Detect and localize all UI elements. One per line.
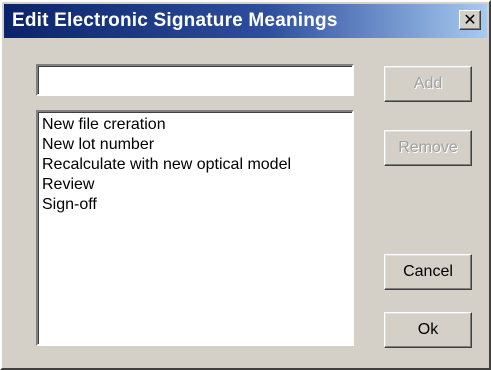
- list-item[interactable]: New lot number: [42, 135, 348, 155]
- ok-button[interactable]: Ok: [384, 312, 472, 348]
- cancel-button[interactable]: Cancel: [384, 254, 472, 290]
- remove-button[interactable]: Remove: [384, 130, 472, 166]
- list-item[interactable]: New file creration: [42, 115, 348, 135]
- list-item[interactable]: Review: [42, 175, 348, 195]
- window-title: Edit Electronic Signature Meanings: [12, 10, 338, 31]
- meaning-input[interactable]: [36, 64, 354, 96]
- list-item[interactable]: Sign-off: [42, 195, 348, 215]
- edit-signature-meanings-dialog: Edit Electronic Signature Meanings ✕ New…: [0, 0, 491, 370]
- close-icon[interactable]: ✕: [459, 10, 481, 30]
- list-item[interactable]: Recalculate with new optical model: [42, 155, 348, 175]
- title-bar[interactable]: Edit Electronic Signature Meanings ✕: [4, 4, 487, 38]
- meanings-list[interactable]: New file creration New lot number Recalc…: [36, 110, 354, 346]
- add-button[interactable]: Add: [384, 66, 472, 102]
